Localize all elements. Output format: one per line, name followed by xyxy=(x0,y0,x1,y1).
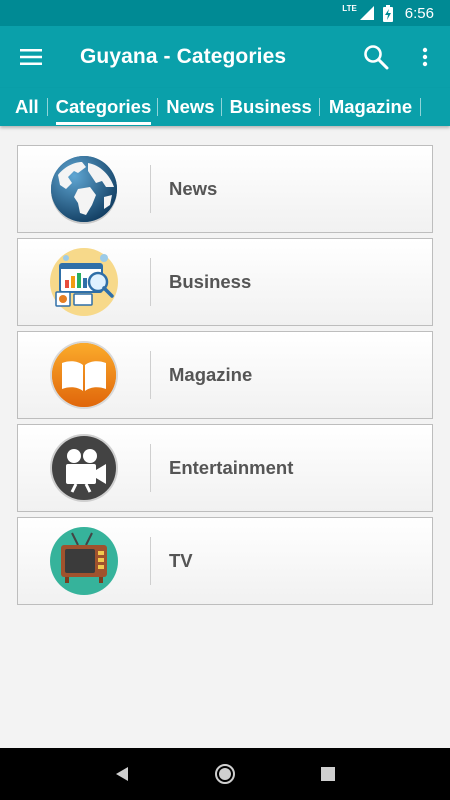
category-item-business[interactable]: Business xyxy=(17,238,433,326)
more-vert-icon[interactable] xyxy=(400,26,450,88)
category-label: News xyxy=(169,178,218,199)
tab-bar: All Categories News Business Magazine xyxy=(0,88,450,126)
hamburger-menu-icon[interactable] xyxy=(0,26,62,88)
category-item-entertainment[interactable]: Entertainment xyxy=(17,424,433,512)
tab-divider xyxy=(220,98,222,116)
home-icon[interactable] xyxy=(205,754,245,794)
item-divider xyxy=(150,258,151,306)
category-item-tv[interactable]: TV xyxy=(17,517,433,605)
business-dashboard-icon xyxy=(18,239,150,325)
open-book-icon xyxy=(18,332,150,418)
category-label: Magazine xyxy=(169,364,253,385)
tab-categories[interactable]: Categories xyxy=(55,88,151,126)
category-label: Business xyxy=(169,271,252,292)
item-divider xyxy=(150,444,151,492)
category-item-magazine[interactable]: Magazine xyxy=(17,331,433,419)
globe-icon xyxy=(18,146,150,232)
category-label: Entertainment xyxy=(169,457,294,478)
page-title: Guyana - Categories xyxy=(80,45,287,68)
tab-divider xyxy=(420,98,422,116)
tab-divider xyxy=(157,98,159,116)
recents-icon[interactable] xyxy=(308,754,348,794)
item-divider xyxy=(150,165,151,213)
search-icon[interactable] xyxy=(352,26,400,88)
status-bar: LTE 6:56 xyxy=(0,0,450,26)
tab-news[interactable]: News xyxy=(166,88,214,126)
battery-charging-icon xyxy=(382,4,393,22)
status-time: 6:56 xyxy=(404,4,434,22)
category-item-news[interactable]: News xyxy=(17,145,433,233)
app-bar: Guyana - Categories xyxy=(0,26,450,88)
tab-magazine[interactable]: Magazine xyxy=(329,88,412,126)
tab-divider xyxy=(318,98,320,116)
tab-divider xyxy=(46,98,48,116)
category-label: TV xyxy=(169,550,193,571)
signal-icon xyxy=(359,5,375,21)
category-list: News Business Magazine Entertainment TV xyxy=(17,145,433,610)
movie-camera-icon xyxy=(18,425,150,511)
back-icon[interactable] xyxy=(102,754,142,794)
tab-all[interactable]: All xyxy=(15,88,39,126)
item-divider xyxy=(150,537,151,585)
television-icon xyxy=(18,518,150,604)
network-type: LTE xyxy=(342,3,357,13)
tab-business[interactable]: Business xyxy=(230,88,312,126)
system-nav-bar xyxy=(0,748,450,800)
item-divider xyxy=(150,351,151,399)
